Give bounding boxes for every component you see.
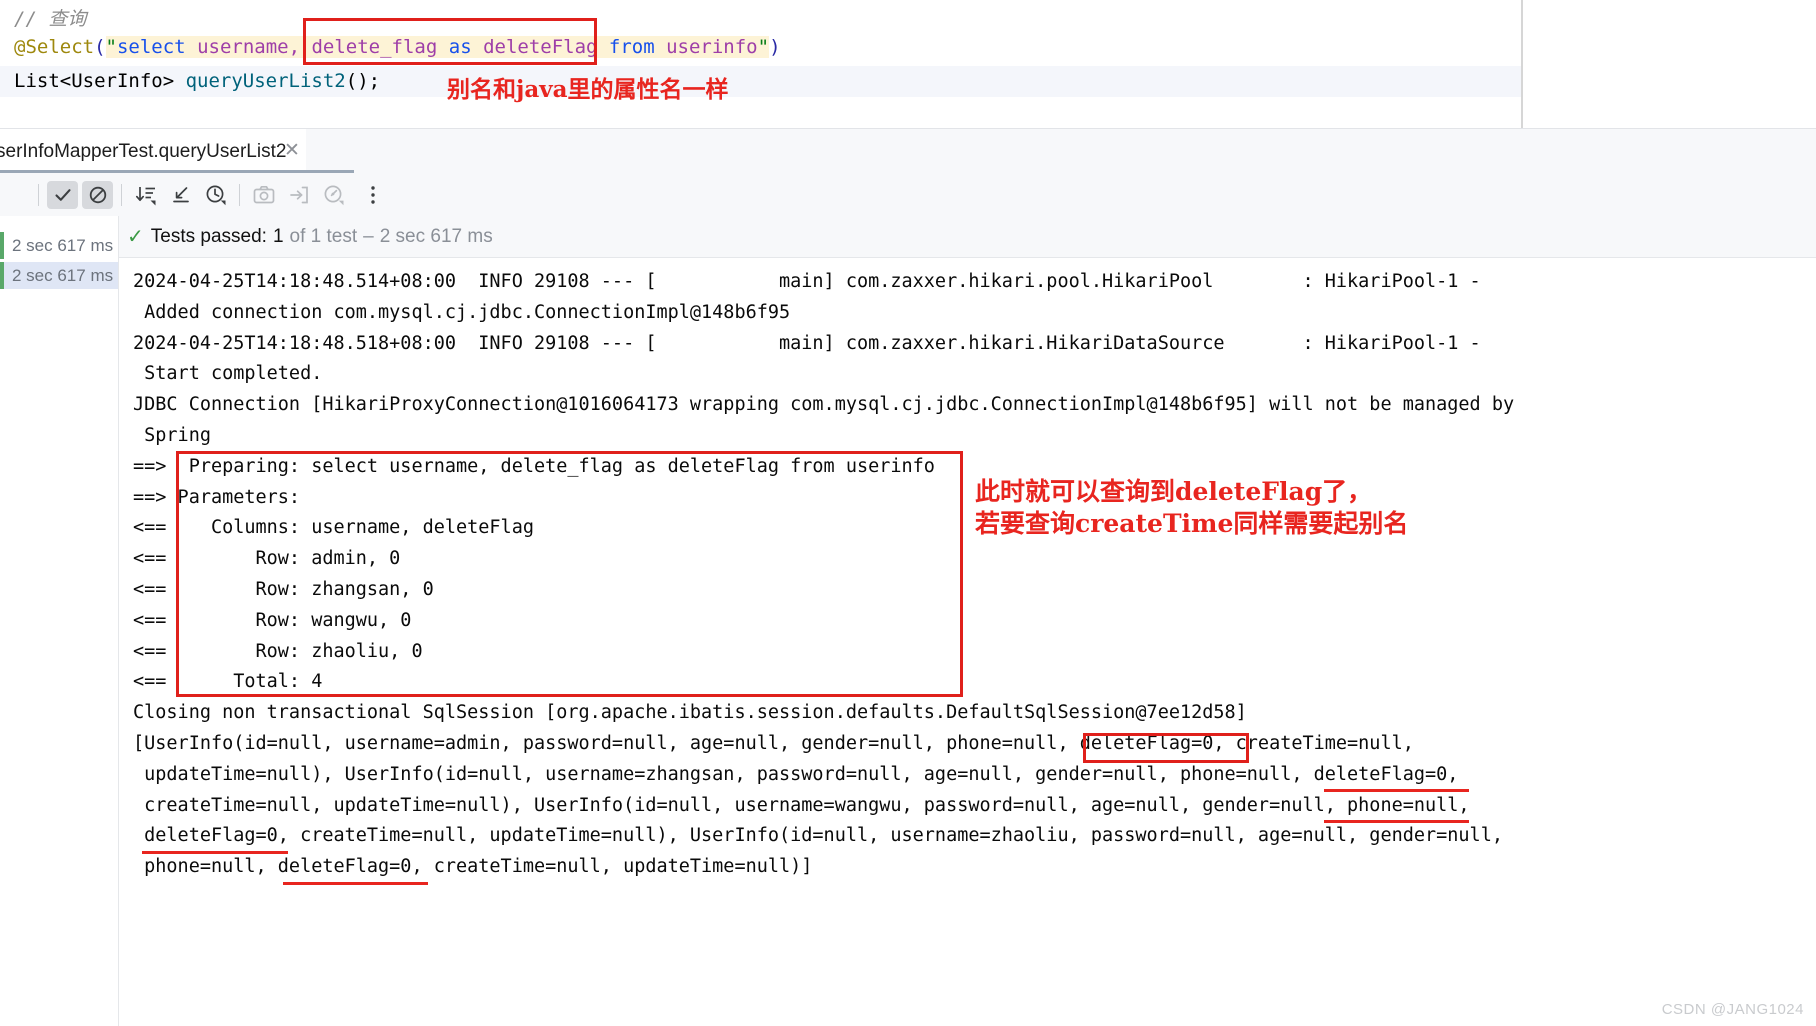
vertical-dots-icon: [370, 185, 375, 204]
code-token-method-name: queryUserList2: [174, 70, 346, 92]
console-line: createTime=null, updateTime=null), UserI…: [133, 794, 1470, 816]
test-history-button[interactable]: [200, 181, 231, 209]
tab-userinfomappertest-queryuserlist2[interactable]: serInfoMapperTest.queryUserList2: [0, 129, 306, 174]
console-line: <== Row: admin, 0: [133, 548, 401, 570]
toolbar-divider-1: [38, 183, 39, 206]
toolbar-divider-3: [239, 183, 240, 206]
tests-passed-label: Tests passed:: [150, 225, 267, 247]
console-line: Spring: [133, 424, 211, 446]
sort-by-duration-button[interactable]: [130, 181, 161, 209]
annotation-alias-note: 别名和java里的属性名一样: [447, 76, 729, 103]
tests-total-text: of 1 test: [289, 225, 358, 247]
code-token-close-paren: ): [769, 36, 781, 58]
pass-indicator-bar: [0, 232, 4, 259]
code-token-method-tail: ();: [345, 70, 381, 92]
code-token-sql-table: userinfo: [666, 36, 758, 58]
screenshot-button[interactable]: [248, 181, 279, 209]
code-token-return-type: List<UserInfo>: [14, 70, 175, 92]
code-token-sql-select: select: [116, 36, 186, 58]
watermark-text: CSDN @JANG1024: [1661, 1001, 1804, 1018]
console-line: JDBC Connection [HikariProxyConnection@1…: [133, 394, 1515, 416]
code-token-sql-username: username,: [185, 36, 312, 58]
console-lines-container: 2024-04-25T14:18:48.514+08:00 INFO 29108…: [119, 258, 1816, 883]
code-token-quote-open: ": [105, 36, 117, 58]
more-options-button[interactable]: [357, 181, 388, 209]
profiler-button[interactable]: [318, 181, 349, 209]
gauge-icon: [324, 185, 343, 205]
test-tree-pane: 2 sec 617 ms 2 sec 617 ms: [0, 216, 119, 1026]
code-editor: // 查询 @Select("select username, delete_f…: [0, 0, 1816, 128]
tab-label: serInfoMapperTest.queryUserList2: [0, 140, 287, 162]
console-line: 2024-04-25T14:18:48.518+08:00 INFO 29108…: [133, 332, 1481, 354]
pass-indicator-bar: [0, 262, 4, 289]
export-results-button[interactable]: [283, 181, 314, 209]
code-token-sql-from: from: [597, 36, 667, 58]
export-icon: [289, 186, 308, 203]
run-toolbar: [0, 173, 1816, 217]
console-output-pane[interactable]: 2024-04-25T14:18:48.514+08:00 INFO 29108…: [119, 258, 1816, 1026]
console-line: Start completed.: [133, 363, 323, 385]
tests-separator: –: [363, 225, 374, 247]
console-line: deleteFlag=0, createTime=null, updateTim…: [133, 825, 1503, 847]
check-icon: ✓: [127, 225, 144, 248]
collapse-arrow-icon: [172, 186, 189, 202]
code-token-quote-close: ": [757, 36, 770, 58]
tree-row-duration: 2 sec 617 ms: [12, 265, 114, 285]
console-line: <== Row: zhangsan, 0: [133, 578, 434, 600]
highlight-box-alias: [303, 18, 597, 65]
annotation-deleteflag-note: 此时就可以查询到deleteFlag了， 若要查询createTime同样需要起…: [975, 477, 1409, 538]
collapse-all-button[interactable]: [165, 181, 196, 209]
close-icon[interactable]: ✕: [283, 141, 301, 160]
tests-passed-status-bar: ✓ Tests passed: 1 of 1 test – 2 sec 617 …: [119, 216, 1816, 258]
code-comment-line: // 查询: [14, 8, 87, 30]
tree-row-duration: 2 sec 617 ms: [12, 235, 114, 255]
console-line: <== Total: 4: [133, 671, 323, 693]
tree-row-test-class[interactable]: 2 sec 617 ms: [0, 232, 118, 259]
check-icon: [54, 188, 71, 201]
console-line: <== Row: wangwu, 0: [133, 609, 412, 631]
clock-icon: [206, 185, 225, 205]
tests-passed-count: 1: [272, 225, 284, 247]
run-tab-bar: serInfoMapperTest.queryUserList2 ✕: [0, 128, 1816, 174]
console-line: Closing non transactional SqlSession [or…: [133, 702, 1247, 724]
code-method-signature-line: List<UserInfo> queryUserList2();: [14, 68, 380, 95]
camera-icon: [253, 185, 274, 203]
circle-slash-icon: [89, 186, 106, 203]
show-passed-toggle[interactable]: [47, 180, 78, 209]
console-line: Added connection com.mysql.cj.jdbc.Conne…: [133, 301, 791, 323]
code-token-annotation: @Select: [14, 36, 95, 58]
show-ignored-toggle[interactable]: [82, 180, 113, 209]
editor-right-divider: [1521, 0, 1523, 128]
sort-descending-icon: [135, 186, 155, 205]
console-line: <== Row: zhaoliu, 0: [133, 640, 423, 662]
console-line: 2024-04-25T14:18:48.514+08:00 INFO 29108…: [133, 271, 1481, 292]
console-line: updateTime=null), UserInfo(id=null, user…: [133, 763, 1459, 785]
tree-row-test-method[interactable]: 2 sec 617 ms: [0, 262, 118, 289]
toolbar-divider-2: [121, 183, 122, 206]
tests-duration: 2 sec 617 ms: [379, 225, 493, 247]
code-token-open-paren: (: [94, 36, 106, 58]
console-line: [UserInfo(id=null, username=admin, passw…: [133, 732, 1414, 754]
console-line: phone=null, deleteFlag=0, createTime=nul…: [133, 856, 813, 878]
